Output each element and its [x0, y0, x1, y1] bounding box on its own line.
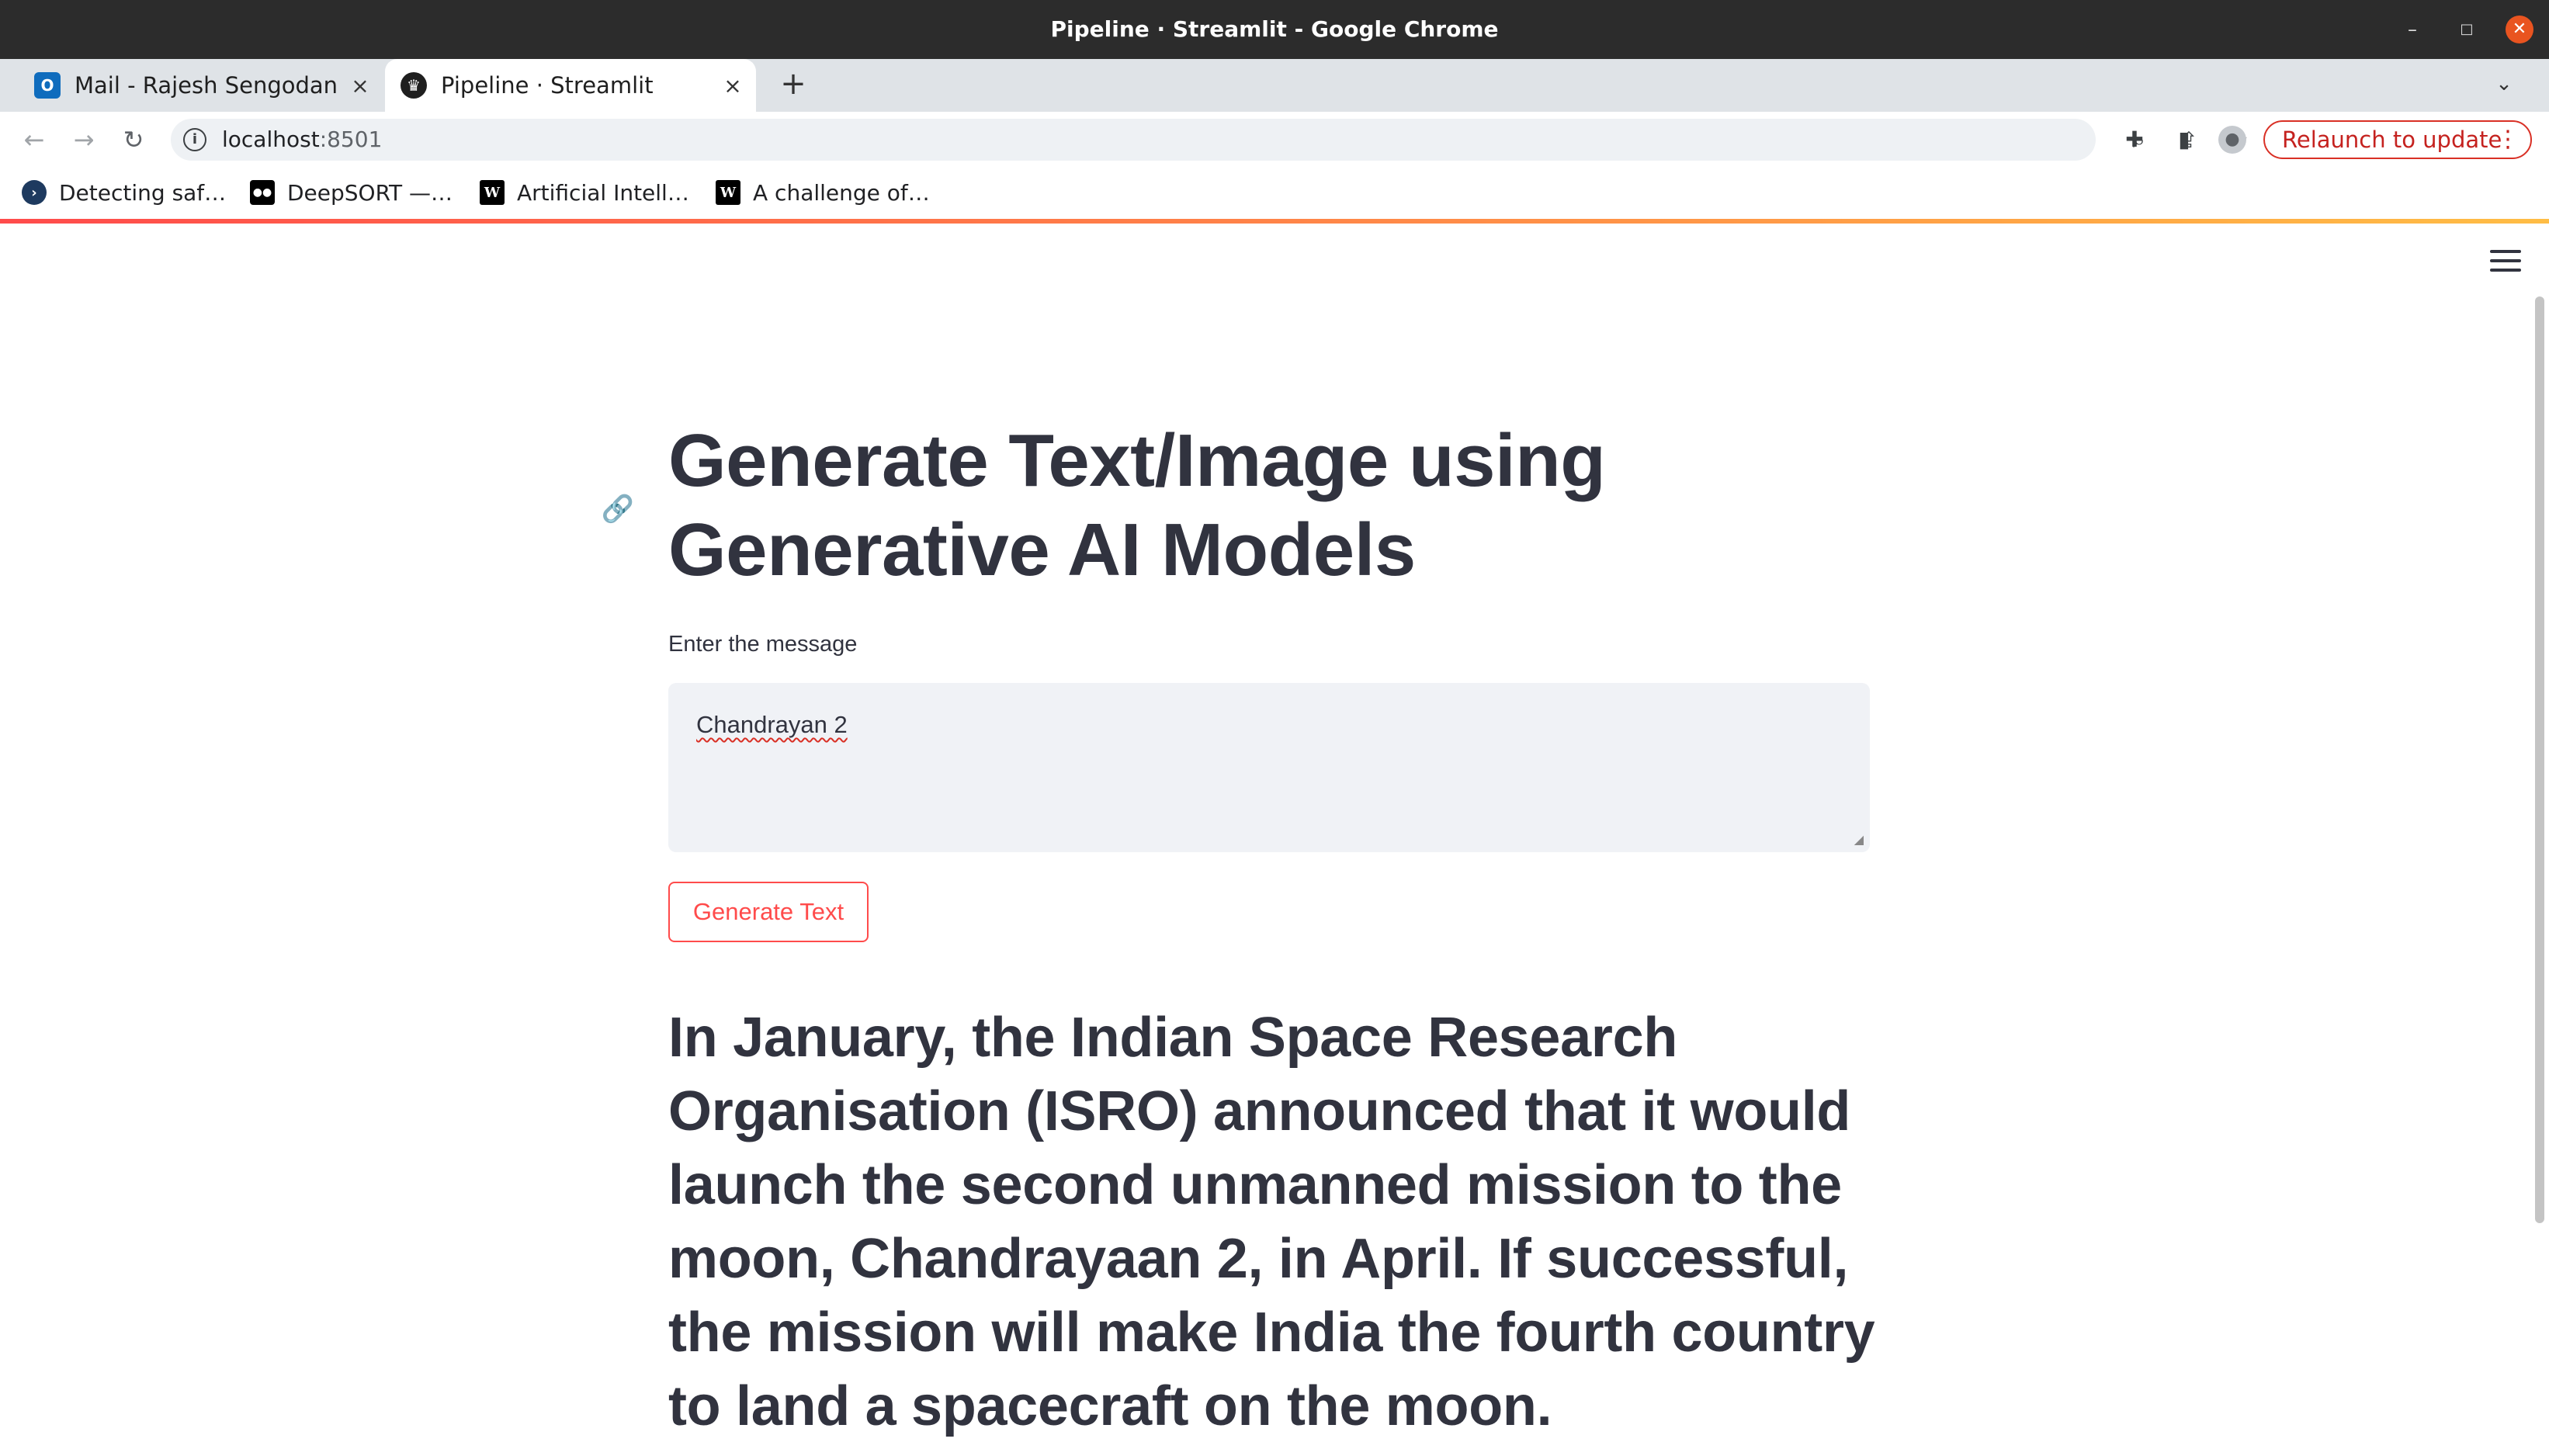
profile-avatar-icon[interactable]: ●: [2218, 126, 2246, 154]
bookmark-item[interactable]: W Artificial Intell…: [480, 175, 689, 210]
tab-close-icon[interactable]: ×: [717, 73, 748, 99]
bookmark-label: A challenge of…: [753, 179, 930, 206]
url-text[interactable]: localhost:8501: [222, 119, 382, 161]
tab-strip: O Mail - Rajesh Sengodan - O × ♛ Pipelin…: [0, 59, 2549, 112]
window-titlebar: Pipeline · Streamlit - Google Chrome – □…: [0, 0, 2549, 59]
tab-pipeline-streamlit[interactable]: ♛ Pipeline · Streamlit ×: [385, 59, 756, 112]
bookmark-item[interactable]: ●● DeepSORT —…: [250, 175, 453, 210]
scrollbar[interactable]: [2535, 296, 2544, 1223]
forward-arrow-icon[interactable]: →: [67, 123, 101, 157]
window-title: Pipeline · Streamlit - Google Chrome: [1050, 16, 1499, 42]
message-textarea[interactable]: Chandrayan 2 ◢: [668, 683, 1870, 852]
bookmark-item[interactable]: W A challenge of…: [716, 175, 930, 210]
tab-mail[interactable]: O Mail - Rajesh Sengodan - O ×: [19, 59, 383, 112]
page-title: Generate Text/Image using Generative AI …: [668, 419, 1606, 591]
medium-icon: ●●: [250, 180, 275, 205]
bookmark-label: Artificial Intell…: [517, 179, 689, 206]
page-viewport: 🔗 Generate Text/Image using Generative A…: [0, 219, 2549, 1456]
minimize-icon[interactable]: –: [2398, 16, 2426, 43]
url-port: :8501: [319, 127, 383, 152]
bookmark-item[interactable]: › Detecting saf…: [22, 175, 226, 210]
tab-close-icon[interactable]: ×: [345, 73, 376, 99]
streamlit-decoration-bar: [0, 219, 2549, 224]
message-input-label: Enter the message: [668, 632, 858, 657]
new-tab-icon[interactable]: +: [776, 67, 810, 101]
resize-handle-icon[interactable]: ◢: [1854, 832, 1864, 848]
close-window-icon[interactable]: ✕: [2506, 16, 2533, 43]
outlook-icon: O: [34, 72, 61, 99]
relaunch-label: Relaunch to update: [2282, 127, 2502, 153]
generated-text-output: In January, the Indian Space Research Or…: [668, 1007, 1875, 1437]
bookmark-label: DeepSORT —…: [287, 179, 453, 206]
url-host: localhost: [222, 127, 320, 152]
bookmarks-bar: › Detecting saf… ●● DeepSORT —… W Artifi…: [0, 166, 2549, 219]
tab-search-chevron-icon[interactable]: ⌄: [2488, 68, 2520, 99]
side-panel-icon[interactable]: ▮: [2170, 126, 2198, 154]
browser-toolbar: ← → ↻ i localhost:8501 ⌕ ⇪ ☆ ✚ ▮ ● Relau…: [0, 112, 2549, 166]
generate-text-button[interactable]: Generate Text: [668, 882, 869, 942]
wikipedia-icon: W: [716, 180, 740, 205]
back-arrow-icon[interactable]: ←: [17, 123, 51, 157]
site-info-icon[interactable]: i: [183, 128, 206, 151]
address-bar[interactable]: i localhost:8501 ⌕ ⇪ ☆: [171, 119, 2249, 161]
streamlit-icon: ♛: [401, 72, 427, 99]
message-text: Chandrayan 2: [696, 711, 848, 738]
tab-label: Mail - Rajesh Sengodan - O: [75, 72, 345, 99]
relaunch-to-update-button[interactable]: Relaunch to update ⋮: [2263, 120, 2532, 159]
bookmark-label: Detecting saf…: [59, 179, 227, 206]
browser-menu-icon[interactable]: ⋮: [2496, 122, 2520, 158]
link-icon[interactable]: 🔗: [601, 492, 635, 526]
bookmark-favicon-icon: ›: [22, 180, 47, 205]
extensions-icon[interactable]: ✚: [2121, 126, 2148, 154]
reload-icon[interactable]: ↻: [116, 123, 151, 157]
maximize-icon[interactable]: □: [2453, 16, 2481, 43]
wikipedia-icon: W: [480, 180, 505, 205]
hamburger-menu-icon[interactable]: [2490, 250, 2521, 278]
tab-label: Pipeline · Streamlit: [441, 72, 654, 99]
